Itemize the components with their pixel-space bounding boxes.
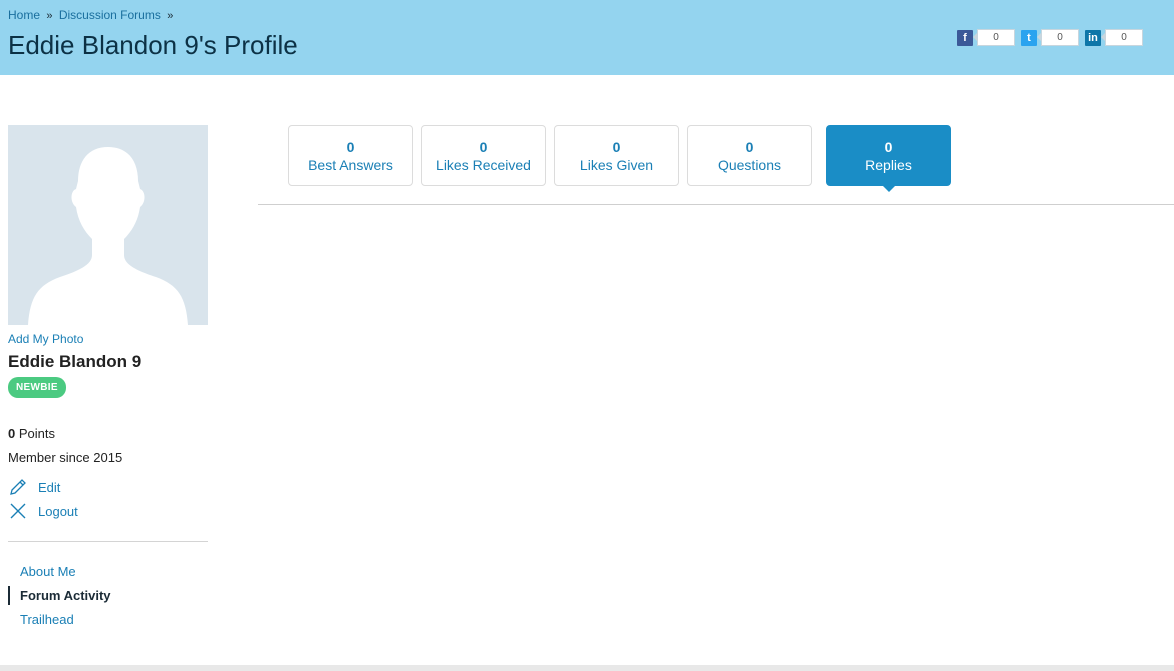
- linkedin-share-button[interactable]: in 0: [1085, 29, 1143, 46]
- nav-item-forum-activity[interactable]: Forum Activity: [8, 586, 208, 605]
- breadcrumb-separator: »: [46, 10, 53, 22]
- twitter-share-count: 0: [1037, 29, 1079, 46]
- person-silhouette-icon: [28, 147, 188, 325]
- facebook-share-count: 0: [973, 29, 1015, 46]
- linkedin-icon: in: [1085, 29, 1101, 46]
- tab-label: Likes Received: [436, 156, 531, 173]
- profile-nav: About Me Forum Activity Trailhead: [8, 562, 208, 629]
- breadcrumb-home-link[interactable]: Home: [8, 8, 40, 22]
- twitter-share-button[interactable]: t 0: [1021, 29, 1079, 46]
- tab-replies[interactable]: 0 Replies: [826, 125, 951, 192]
- member-since: Member since 2015: [8, 450, 123, 465]
- tab-label: Replies: [865, 156, 912, 173]
- nav-item-about-me[interactable]: About Me: [8, 562, 208, 581]
- tab-label: Best Answers: [308, 156, 393, 173]
- tab-label: Questions: [717, 156, 782, 173]
- breadcrumb-separator: »: [167, 10, 174, 22]
- tab-likes-given[interactable]: 0 Likes Given: [554, 125, 679, 186]
- breadcrumb-forums-link[interactable]: Discussion Forums: [59, 8, 161, 22]
- close-icon: [10, 503, 26, 519]
- sidebar-divider: [8, 541, 208, 542]
- page-title: Eddie Blandon 9's Profile: [8, 30, 298, 60]
- activity-tabs: 0 Best Answers 0 Likes Received 0 Likes …: [288, 125, 959, 192]
- tab-count: 0: [346, 138, 355, 155]
- status-badge: NEWBIE: [8, 377, 66, 398]
- tabs-divider: [258, 204, 1174, 205]
- add-photo-link[interactable]: Add My Photo: [8, 332, 208, 346]
- tab-best-answers[interactable]: 0 Best Answers: [288, 125, 413, 186]
- edit-label: Edit: [38, 479, 61, 495]
- page-header: Home » Discussion Forums » Eddie Blandon…: [0, 0, 1174, 75]
- pencil-icon: [10, 479, 26, 495]
- user-name: Eddie Blandon 9: [8, 352, 142, 371]
- facebook-share-button[interactable]: f 0: [957, 29, 1015, 46]
- points-value: 0: [8, 426, 16, 441]
- points-label: Points: [18, 426, 55, 441]
- tab-label: Likes Given: [579, 156, 654, 173]
- edit-profile-button[interactable]: Edit: [8, 477, 208, 497]
- breadcrumb: Home » Discussion Forums »: [8, 8, 176, 22]
- tab-likes-received[interactable]: 0 Likes Received: [421, 125, 546, 186]
- share-bar: f 0 t 0 in 0: [957, 29, 1149, 46]
- tab-count: 0: [479, 138, 488, 155]
- points-summary: 0 Points: [8, 426, 208, 441]
- linkedin-share-count: 0: [1101, 29, 1143, 46]
- twitter-icon: t: [1021, 29, 1037, 46]
- profile-sidebar: Add My Photo Eddie Blandon 9 NEWBIE 0 Po…: [8, 125, 208, 634]
- footer-strip: [0, 665, 1174, 671]
- tab-count: 0: [612, 138, 621, 155]
- tab-count: 0: [884, 138, 893, 155]
- facebook-icon: f: [957, 29, 973, 46]
- logout-label: Logout: [38, 503, 78, 519]
- logout-button[interactable]: Logout: [8, 501, 208, 521]
- tab-questions[interactable]: 0 Questions: [687, 125, 812, 186]
- avatar[interactable]: [8, 125, 208, 325]
- tab-count: 0: [745, 138, 754, 155]
- nav-item-trailhead[interactable]: Trailhead: [8, 610, 208, 629]
